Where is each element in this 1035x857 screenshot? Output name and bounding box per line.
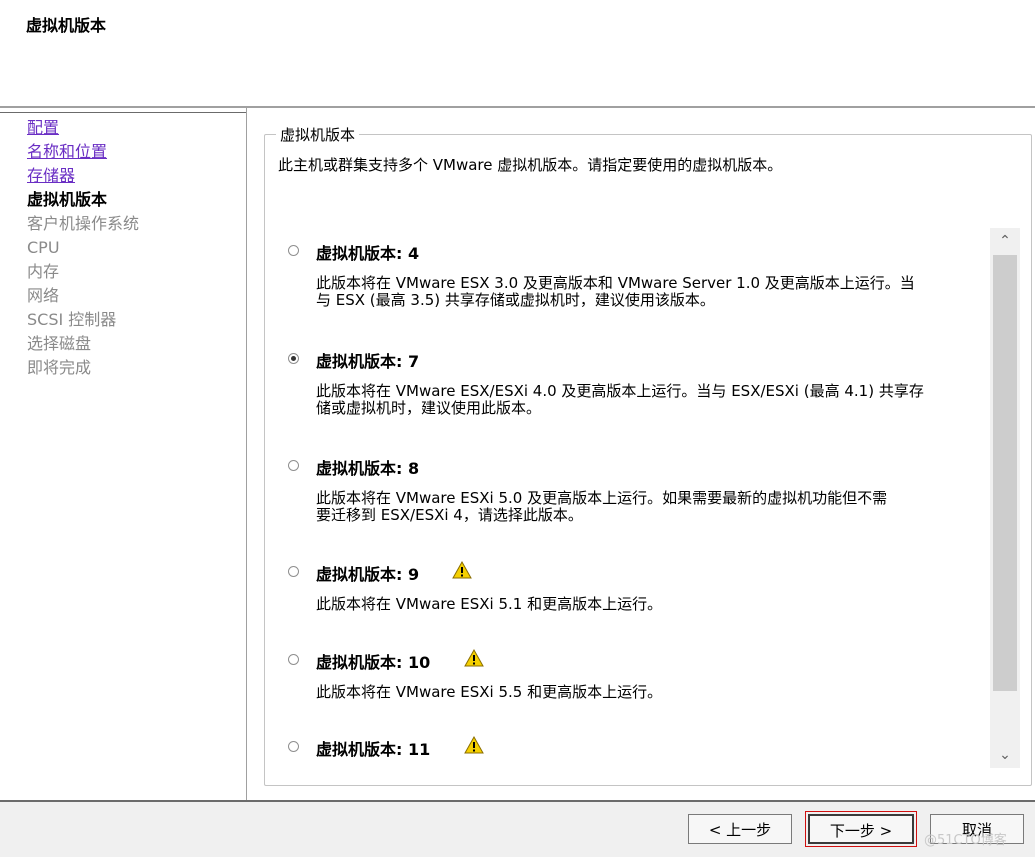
group-description: 此主机或群集支持多个 VMware 虚拟机版本。请指定要使用的虚拟机版本。 (278, 156, 783, 174)
step-ready-to-complete: 即将完成 (27, 358, 92, 377)
version-desc-line: 此版本将在 VMware ESXi 5.0 及更高版本上运行。如果需要最新的虚拟… (316, 489, 888, 507)
radio-version-10[interactable] (288, 654, 299, 665)
sidebar-top-divider (0, 112, 246, 113)
version-description: 此版本将在 VMware ESXi 5.5 和更高版本上运行。 (316, 684, 976, 701)
group-title: 虚拟机版本 (276, 124, 360, 145)
radio-version-8[interactable] (288, 460, 299, 471)
radio-version-4[interactable] (288, 245, 299, 256)
step-cpu: CPU (27, 238, 60, 257)
step-storage[interactable]: 存储器 (27, 164, 139, 188)
radio-version-9[interactable] (288, 566, 299, 577)
version-desc-line: 要迁移到 ESX/ESXi 4，请选择此版本。 (316, 506, 583, 524)
wizard-header: 虚拟机版本 (0, 0, 1035, 106)
version-description: 此版本将在 VMware ESXi 5.0 及更高版本上运行。如果需要最新的虚拟… (316, 490, 976, 524)
step-scsi-controller: SCSI 控制器 (27, 310, 117, 329)
next-button[interactable]: 下一步 > (805, 811, 917, 847)
step-configuration[interactable]: 配置 (27, 116, 139, 140)
vertical-scrollbar[interactable]: ⌃ ⌄ (990, 228, 1020, 768)
step-select-disk: 选择磁盘 (27, 334, 92, 353)
radio-version-7[interactable] (288, 353, 299, 364)
scrollbar-thumb[interactable] (993, 255, 1017, 691)
warning-triangle-icon (452, 561, 472, 579)
version-desc-line: 此版本将在 VMware ESX/ESXi 4.0 及更高版本上运行。当与 ES… (316, 382, 924, 400)
version-title: 虚拟机版本: 4 (316, 244, 420, 263)
chevron-down-icon[interactable]: ⌄ (990, 742, 1020, 768)
version-title: 虚拟机版本: 10 (316, 653, 431, 672)
version-desc-line: 此版本将在 VMware ESXi 5.1 和更高版本上运行。 (316, 595, 663, 613)
chevron-up-icon[interactable]: ⌃ (990, 228, 1020, 254)
version-title: 虚拟机版本: 8 (316, 459, 420, 478)
version-desc-line: 此版本将在 VMware ESXi 5.5 和更高版本上运行。 (316, 683, 663, 701)
warning-triangle-icon (464, 649, 484, 667)
watermark: @51CTO博客 (924, 833, 1007, 848)
version-options-list: 虚拟机版本: 4 此版本将在 VMware ESX 3.0 及更高版本和 VMw… (270, 228, 990, 776)
page-title: 虚拟机版本 (26, 16, 107, 35)
step-network: 网络 (27, 286, 60, 305)
warning-triangle-icon (464, 736, 484, 754)
back-button[interactable]: < 上一步 (688, 814, 792, 844)
step-name-and-location[interactable]: 名称和位置 (27, 140, 139, 164)
version-title: 虚拟机版本: 7 (316, 352, 420, 371)
step-guest-os: 客户机操作系统 (27, 214, 140, 233)
version-desc-line: 此版本将在 VMware ESX 3.0 及更高版本和 VMware Serve… (316, 274, 915, 292)
wizard-steps-list: 配置 名称和位置 存储器 虚拟机版本 客户机操作系统 CPU 内存 网络 SCS… (27, 116, 139, 380)
step-vm-version: 虚拟机版本 (27, 190, 108, 209)
version-desc-line: 储或虚拟机时，建议使用此版本。 (316, 399, 542, 417)
version-title: 虚拟机版本: 9 (316, 565, 420, 584)
step-memory: 内存 (27, 262, 60, 281)
version-description: 此版本将在 VMware ESX 3.0 及更高版本和 VMware Serve… (316, 275, 976, 309)
radio-version-11[interactable] (288, 741, 299, 752)
version-description: 此版本将在 VMware ESX/ESXi 4.0 及更高版本上运行。当与 ES… (316, 383, 976, 417)
version-title: 虚拟机版本: 11 (316, 740, 431, 759)
version-desc-line: 与 ESX (最高 3.5) 共享存储或虚拟机时，建议使用该版本。 (316, 291, 715, 309)
version-description: 此版本将在 VMware ESXi 5.1 和更高版本上运行。 (316, 596, 976, 613)
